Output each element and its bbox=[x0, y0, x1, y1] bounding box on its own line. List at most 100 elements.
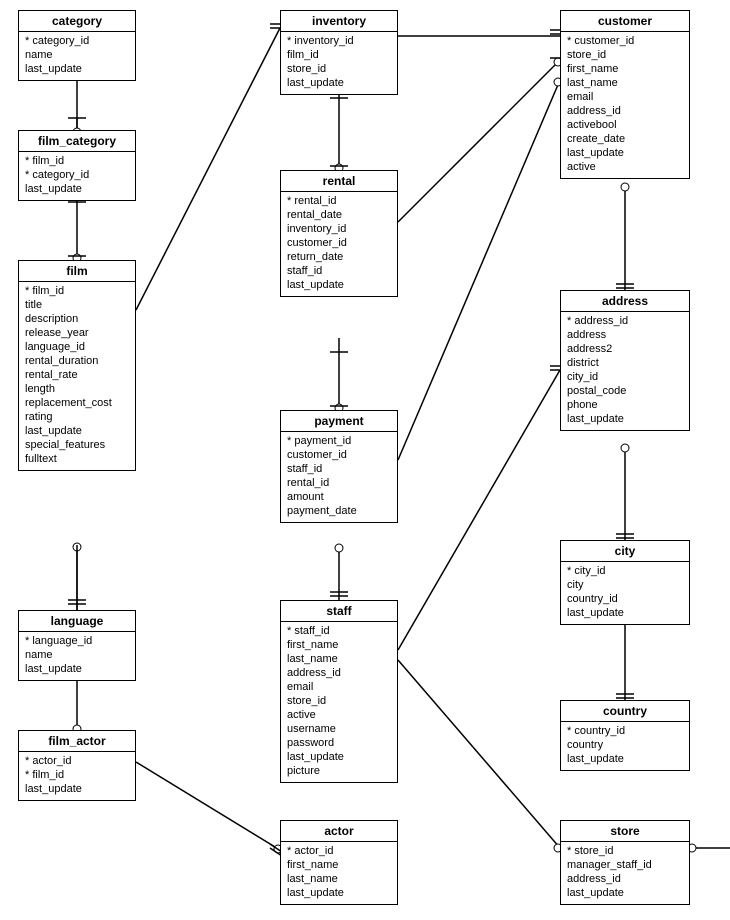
entity-body-country: * country_idcountrylast_update bbox=[561, 722, 689, 770]
entity-rental: rental* rental_idrental_dateinventory_id… bbox=[280, 170, 398, 297]
entity-header-address: address bbox=[561, 291, 689, 312]
field-payment-5: payment_date bbox=[287, 504, 391, 518]
entity-header-staff: staff bbox=[281, 601, 397, 622]
entity-header-country: country bbox=[561, 701, 689, 722]
field-rental-2: inventory_id bbox=[287, 222, 391, 236]
field-language-0: * language_id bbox=[25, 634, 129, 648]
field-film-5: rental_duration bbox=[25, 354, 129, 368]
entity-body-language: * language_idnamelast_update bbox=[19, 632, 135, 680]
entity-body-film: * film_idtitledescriptionrelease_yearlan… bbox=[19, 282, 135, 470]
field-actor-2: last_name bbox=[287, 872, 391, 886]
field-film_category-0: * film_id bbox=[25, 154, 129, 168]
entity-language: language* language_idnamelast_update bbox=[18, 610, 136, 681]
field-staff-1: first_name bbox=[287, 638, 391, 652]
entity-header-customer: customer bbox=[561, 11, 689, 32]
field-customer-6: activebool bbox=[567, 118, 683, 132]
entity-payment: payment* payment_idcustomer_idstaff_idre… bbox=[280, 410, 398, 523]
field-category-2: last_update bbox=[25, 62, 129, 76]
field-film-11: special_features bbox=[25, 438, 129, 452]
field-city-0: * city_id bbox=[567, 564, 683, 578]
field-film-7: length bbox=[25, 382, 129, 396]
field-inventory-0: * inventory_id bbox=[287, 34, 391, 48]
entity-category: category* category_idnamelast_update bbox=[18, 10, 136, 81]
field-staff-9: last_update bbox=[287, 750, 391, 764]
field-address-7: last_update bbox=[567, 412, 683, 426]
entity-film: film* film_idtitledescriptionrelease_yea… bbox=[18, 260, 136, 471]
field-actor-3: last_update bbox=[287, 886, 391, 900]
field-rental-5: staff_id bbox=[287, 264, 391, 278]
field-rental-4: return_date bbox=[287, 250, 391, 264]
field-film_actor-1: * film_id bbox=[25, 768, 129, 782]
field-film-3: release_year bbox=[25, 326, 129, 340]
entity-staff: staff* staff_idfirst_namelast_nameaddres… bbox=[280, 600, 398, 783]
field-rental-0: * rental_id bbox=[287, 194, 391, 208]
field-inventory-1: film_id bbox=[287, 48, 391, 62]
field-customer-8: last_update bbox=[567, 146, 683, 160]
entity-country: country* country_idcountrylast_update bbox=[560, 700, 690, 771]
entity-header-rental: rental bbox=[281, 171, 397, 192]
field-film-6: rental_rate bbox=[25, 368, 129, 382]
entity-body-inventory: * inventory_idfilm_idstore_idlast_update bbox=[281, 32, 397, 94]
field-actor-1: first_name bbox=[287, 858, 391, 872]
entity-body-staff: * staff_idfirst_namelast_nameaddress_ide… bbox=[281, 622, 397, 782]
field-payment-2: staff_id bbox=[287, 462, 391, 476]
entity-body-city: * city_idcitycountry_idlast_update bbox=[561, 562, 689, 624]
entity-body-payment: * payment_idcustomer_idstaff_idrental_id… bbox=[281, 432, 397, 522]
field-film-12: fulltext bbox=[25, 452, 129, 466]
field-customer-9: active bbox=[567, 160, 683, 174]
entity-body-film_actor: * actor_id* film_idlast_update bbox=[19, 752, 135, 800]
entity-film_actor: film_actor* actor_id* film_idlast_update bbox=[18, 730, 136, 801]
entity-body-address: * address_idaddressaddress2districtcity_… bbox=[561, 312, 689, 430]
field-language-2: last_update bbox=[25, 662, 129, 676]
field-film_category-2: last_update bbox=[25, 182, 129, 196]
entity-city: city* city_idcitycountry_idlast_update bbox=[560, 540, 690, 625]
entity-body-rental: * rental_idrental_dateinventory_idcustom… bbox=[281, 192, 397, 296]
field-city-3: last_update bbox=[567, 606, 683, 620]
entity-body-actor: * actor_idfirst_namelast_namelast_update bbox=[281, 842, 397, 904]
field-payment-1: customer_id bbox=[287, 448, 391, 462]
entity-header-actor: actor bbox=[281, 821, 397, 842]
field-address-1: address bbox=[567, 328, 683, 342]
field-customer-1: store_id bbox=[567, 48, 683, 62]
entity-header-store: store bbox=[561, 821, 689, 842]
field-store-0: * store_id bbox=[567, 844, 683, 858]
field-staff-3: address_id bbox=[287, 666, 391, 680]
field-address-3: district bbox=[567, 356, 683, 370]
field-address-2: address2 bbox=[567, 342, 683, 356]
entity-body-film_category: * film_id* category_idlast_update bbox=[19, 152, 135, 200]
field-film-2: description bbox=[25, 312, 129, 326]
field-address-5: postal_code bbox=[567, 384, 683, 398]
entity-body-customer: * customer_idstore_idfirst_namelast_name… bbox=[561, 32, 689, 178]
field-customer-2: first_name bbox=[567, 62, 683, 76]
entity-inventory: inventory* inventory_idfilm_idstore_idla… bbox=[280, 10, 398, 95]
entity-header-film_category: film_category bbox=[19, 131, 135, 152]
entity-customer: customer* customer_idstore_idfirst_namel… bbox=[560, 10, 690, 179]
field-address-6: phone bbox=[567, 398, 683, 412]
field-customer-3: last_name bbox=[567, 76, 683, 90]
entity-header-payment: payment bbox=[281, 411, 397, 432]
field-film_actor-0: * actor_id bbox=[25, 754, 129, 768]
field-customer-4: email bbox=[567, 90, 683, 104]
entity-header-language: language bbox=[19, 611, 135, 632]
erd-diagram: category* category_idnamelast_updatefilm… bbox=[0, 0, 730, 920]
entity-header-inventory: inventory bbox=[281, 11, 397, 32]
field-film_actor-2: last_update bbox=[25, 782, 129, 796]
entity-film_category: film_category* film_id* category_idlast_… bbox=[18, 130, 136, 201]
field-film-4: language_id bbox=[25, 340, 129, 354]
entity-body-category: * category_idnamelast_update bbox=[19, 32, 135, 80]
field-country-0: * country_id bbox=[567, 724, 683, 738]
field-inventory-3: last_update bbox=[287, 76, 391, 90]
field-film-8: replacement_cost bbox=[25, 396, 129, 410]
entity-store: store* store_idmanager_staff_idaddress_i… bbox=[560, 820, 690, 905]
field-country-2: last_update bbox=[567, 752, 683, 766]
field-staff-0: * staff_id bbox=[287, 624, 391, 638]
entity-address: address* address_idaddressaddress2distri… bbox=[560, 290, 690, 431]
field-payment-3: rental_id bbox=[287, 476, 391, 490]
field-city-1: city bbox=[567, 578, 683, 592]
entity-header-city: city bbox=[561, 541, 689, 562]
field-customer-0: * customer_id bbox=[567, 34, 683, 48]
field-inventory-2: store_id bbox=[287, 62, 391, 76]
entity-header-film: film bbox=[19, 261, 135, 282]
field-staff-10: picture bbox=[287, 764, 391, 778]
field-staff-4: email bbox=[287, 680, 391, 694]
